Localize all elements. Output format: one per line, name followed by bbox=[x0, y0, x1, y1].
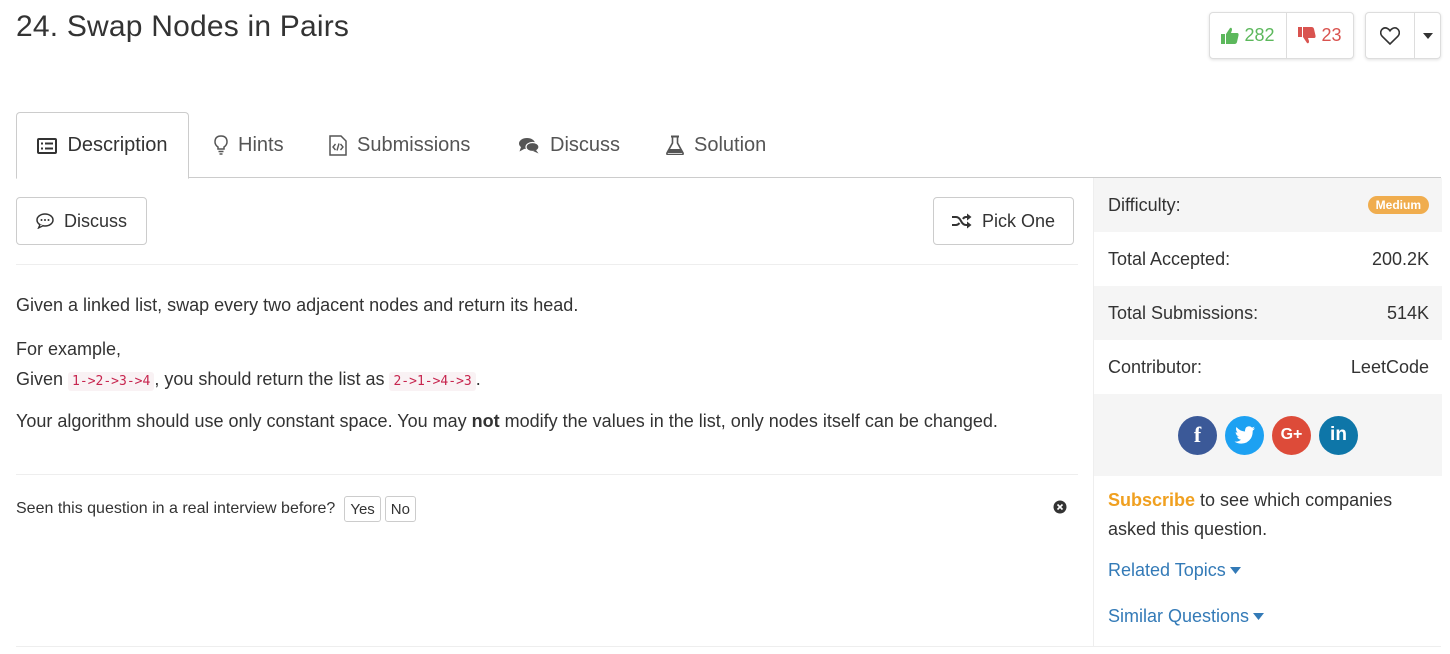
comments-icon bbox=[519, 137, 540, 153]
interview-question: Seen this question in a real interview b… bbox=[16, 500, 336, 517]
lightbulb-icon bbox=[214, 135, 228, 155]
tab-hints-label: Hints bbox=[238, 133, 284, 156]
tab-solution-label: Solution bbox=[694, 133, 767, 156]
problem-tabs: Description Hints Submissions Discuss So… bbox=[16, 112, 1441, 179]
input-code: 1->2->3->4 bbox=[68, 372, 155, 391]
twitter-icon[interactable] bbox=[1225, 415, 1264, 455]
difficulty-label: Difficulty: bbox=[1108, 194, 1181, 215]
twitter-bird-icon bbox=[1234, 426, 1255, 444]
accepted-label: Total Accepted: bbox=[1108, 248, 1231, 269]
shuffle-icon bbox=[951, 213, 972, 229]
problem-stats-sidebar: Difficulty: Medium Total Accepted: 200.2… bbox=[1093, 178, 1442, 646]
constraints-bold: not bbox=[471, 411, 500, 431]
accepted-row: Total Accepted: 200.2K bbox=[1094, 232, 1442, 286]
submissions-row: Total Submissions: 514K bbox=[1094, 286, 1442, 340]
yes-button[interactable]: Yes bbox=[344, 496, 381, 522]
related-topics-label: Related Topics bbox=[1108, 560, 1226, 580]
tab-description[interactable]: Description bbox=[16, 112, 189, 179]
divider bbox=[16, 264, 1078, 265]
similar-questions-label: Similar Questions bbox=[1108, 606, 1250, 626]
downvote-count: 23 bbox=[1321, 25, 1342, 45]
difficulty-row: Difficulty: Medium bbox=[1094, 178, 1442, 232]
bottom-divider bbox=[16, 646, 1441, 647]
submissions-value: 514K bbox=[1386, 302, 1429, 323]
constraints-text-end: modify the values in the list, only node… bbox=[504, 411, 998, 431]
pick-one-button[interactable]: Pick One bbox=[933, 197, 1074, 245]
thumbs-up-icon bbox=[1221, 27, 1240, 44]
tab-discuss-label: Discuss bbox=[550, 133, 621, 156]
output-code: 2->1->4->3 bbox=[389, 372, 476, 391]
similar-questions-toggle[interactable]: Similar Questions bbox=[1108, 606, 1265, 627]
subscribe-link[interactable]: Subscribe bbox=[1108, 490, 1195, 510]
caret-down-icon bbox=[1253, 613, 1265, 620]
caret-down-icon bbox=[1422, 32, 1433, 39]
linkedin-icon[interactable]: in bbox=[1319, 415, 1358, 455]
tab-submissions-label: Submissions bbox=[357, 133, 471, 156]
favorite-group bbox=[1365, 12, 1441, 59]
pick-one-label: Pick One bbox=[981, 210, 1056, 231]
downvote-button[interactable]: 23 bbox=[1286, 13, 1353, 58]
heart-icon bbox=[1380, 26, 1400, 45]
tab-hints[interactable]: Hints bbox=[214, 112, 284, 178]
facebook-glyph: f bbox=[1193, 422, 1202, 447]
divider bbox=[16, 474, 1078, 475]
flask-icon bbox=[666, 135, 684, 155]
caret-down-icon bbox=[1229, 567, 1241, 574]
discuss-button-label: Discuss bbox=[63, 210, 127, 231]
upvote-button[interactable]: 282 bbox=[1210, 13, 1286, 58]
google-plus-glyph: G+ bbox=[1280, 426, 1303, 443]
description-constraints: Your algorithm should use only constant … bbox=[16, 408, 998, 434]
close-icon[interactable] bbox=[1053, 500, 1067, 514]
tab-solution[interactable]: Solution bbox=[666, 112, 766, 178]
constraints-text-start: Your algorithm should use only constant … bbox=[16, 411, 467, 431]
contributor-label: Contributor: bbox=[1108, 356, 1203, 377]
discuss-button[interactable]: Discuss bbox=[16, 197, 147, 245]
difficulty-badge: Medium bbox=[1367, 196, 1429, 214]
end-text: . bbox=[475, 369, 481, 389]
accepted-value: 200.2K bbox=[1371, 248, 1429, 269]
facebook-icon[interactable]: f bbox=[1178, 415, 1217, 455]
thumbs-down-icon bbox=[1298, 27, 1317, 44]
description-paragraph: Given a linked list, swap every two adja… bbox=[16, 295, 579, 315]
subscribe-notice: Subscribe to see which companies asked t… bbox=[1108, 486, 1428, 544]
description-example: Given 1->2->3->4, you should return the … bbox=[16, 366, 481, 395]
favorite-button[interactable] bbox=[1366, 13, 1414, 58]
page-title: 24. Swap Nodes in Pairs bbox=[16, 10, 350, 43]
interview-prompt: Seen this question in a real interview b… bbox=[16, 496, 416, 522]
social-share: f G+ in bbox=[1094, 394, 1442, 476]
contributor-value: LeetCode bbox=[1350, 356, 1429, 377]
middle-text: , you should return the list as bbox=[154, 369, 385, 389]
no-button[interactable]: No bbox=[384, 496, 416, 522]
tab-discuss[interactable]: Discuss bbox=[518, 112, 620, 178]
code-file-icon bbox=[329, 134, 347, 156]
favorite-dropdown-toggle[interactable] bbox=[1414, 13, 1440, 58]
comment-icon bbox=[36, 213, 54, 229]
vote-group: 282 23 bbox=[1209, 12, 1354, 59]
upvote-count: 282 bbox=[1244, 25, 1275, 45]
given-text: Given bbox=[16, 369, 64, 389]
description-example-intro: For example, bbox=[16, 339, 122, 359]
tab-submissions[interactable]: Submissions bbox=[329, 112, 470, 178]
list-icon bbox=[37, 137, 58, 154]
tab-description-label: Description bbox=[67, 134, 168, 156]
submissions-label: Total Submissions: bbox=[1108, 302, 1259, 323]
related-topics-toggle[interactable]: Related Topics bbox=[1108, 560, 1241, 581]
linkedin-glyph: in bbox=[1330, 424, 1347, 445]
google-plus-icon[interactable]: G+ bbox=[1272, 415, 1311, 455]
contributor-row: Contributor: LeetCode bbox=[1094, 340, 1442, 394]
